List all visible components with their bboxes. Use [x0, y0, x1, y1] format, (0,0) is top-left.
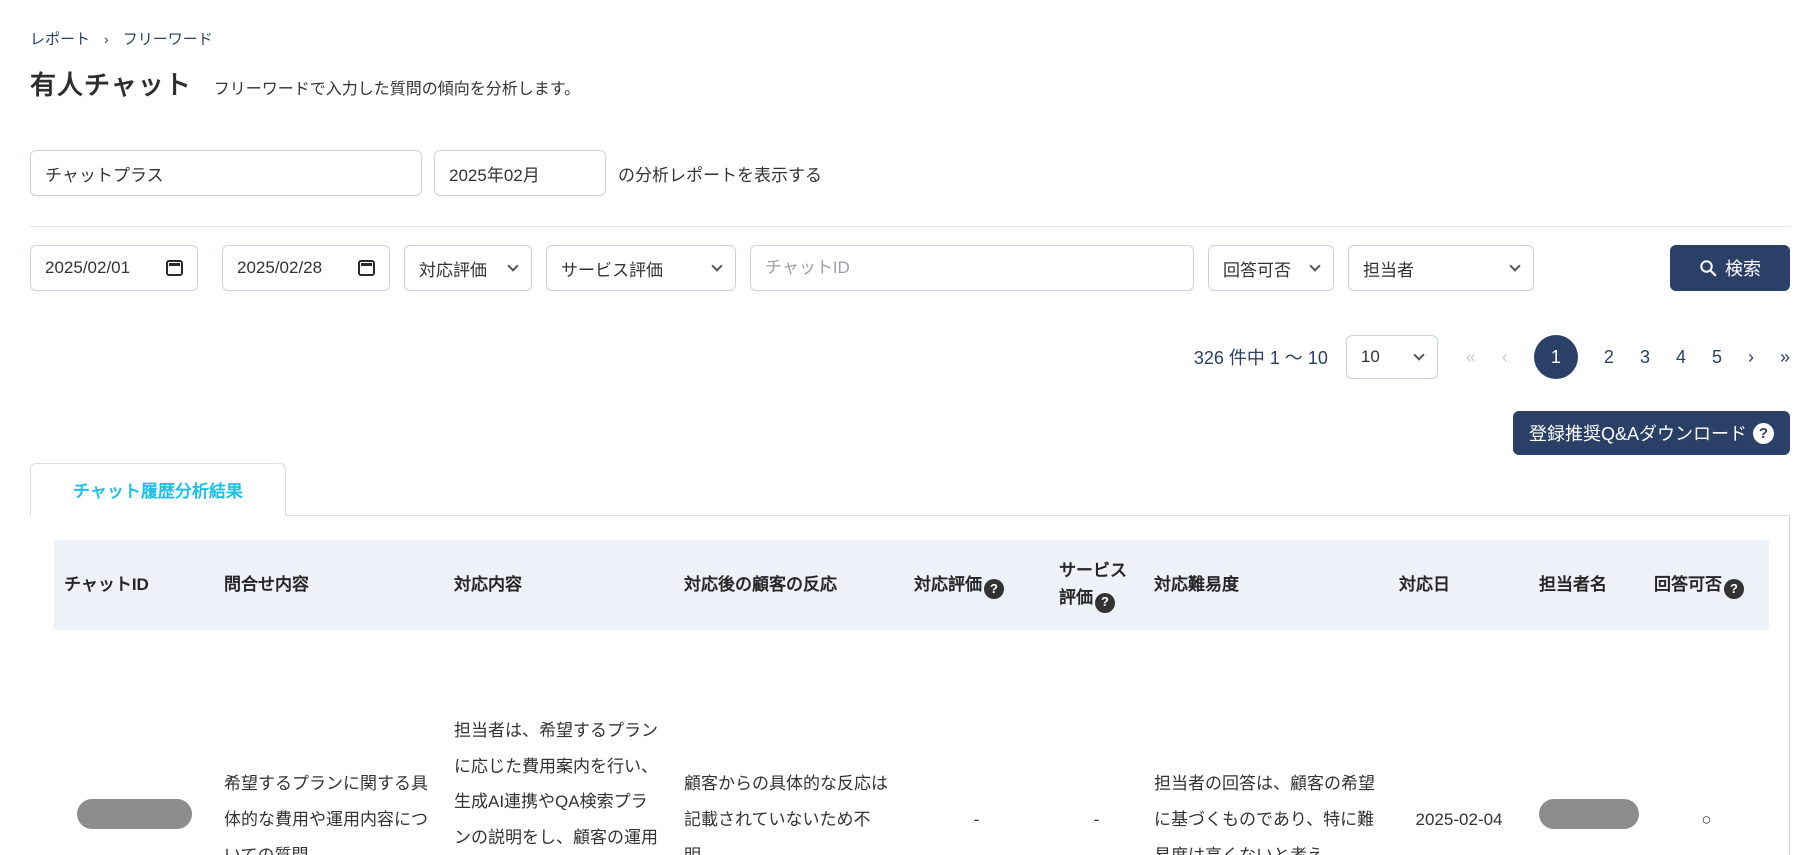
pager-first-button[interactable]: «: [1466, 347, 1476, 368]
chevron-down-icon: [507, 260, 518, 271]
cell-difficulty: 担当者の回答は、顧客の希望に基づくものであり、特に難易度は高くないと考え: [1144, 630, 1389, 855]
search-button[interactable]: 検索: [1670, 245, 1790, 291]
pager-page-4[interactable]: 4: [1676, 347, 1686, 368]
answerable-select[interactable]: 回答可否: [1208, 245, 1334, 291]
col-header-inquiry: 問合せ内容: [214, 540, 444, 630]
col-header-response: 対応内容: [444, 540, 674, 630]
cell-inquiry: 希望するプランに関する具体的な費用や運用内容についての質問: [214, 630, 444, 855]
pager-next-button[interactable]: ›: [1748, 347, 1754, 368]
report-selector-row: の分析レポートを表示する: [30, 150, 1790, 196]
report-page: レポート › フリーワード 有人チャット フリーワードで入力した質問の傾向を分析…: [0, 0, 1820, 855]
response-rating-select[interactable]: 対応評価: [404, 245, 532, 291]
col-header-date: 対応日: [1389, 540, 1529, 630]
chevron-down-icon: [1509, 260, 1520, 271]
pager-page-2[interactable]: 2: [1604, 347, 1614, 368]
redacted-agent-name: [1539, 799, 1639, 829]
table-header-row: チャットID 問合せ内容 対応内容 対応後の顧客の反応 対応評価? サービス評価…: [54, 540, 1769, 630]
chevron-down-icon: [1413, 349, 1424, 360]
month-input[interactable]: [434, 150, 606, 196]
breadcrumb-separator-icon: ›: [104, 31, 109, 47]
cell-date: 2025-02-04: [1389, 630, 1529, 855]
title-row: 有人チャット フリーワードで入力した質問の傾向を分析します。: [30, 65, 1790, 102]
pager-page-3[interactable]: 3: [1640, 347, 1650, 368]
download-button-label: 登録推奨Q&Aダウンロード: [1529, 420, 1747, 446]
product-input[interactable]: [30, 150, 422, 196]
page-size-select[interactable]: 10: [1346, 335, 1438, 379]
search-icon: [1699, 259, 1717, 277]
search-button-label: 検索: [1725, 255, 1761, 281]
col-header-response-rating: 対応評価?: [904, 540, 1049, 630]
pager-page-1-active[interactable]: 1: [1534, 335, 1578, 379]
date-to-value: 2025/02/28: [237, 258, 322, 278]
chat-id-input[interactable]: [750, 245, 1194, 291]
pager: « ‹ 1 2 3 4 5 › »: [1466, 335, 1790, 379]
date-from-value: 2025/02/01: [45, 258, 130, 278]
cell-answerable: ○: [1644, 630, 1769, 855]
analysis-table: チャットID 問合せ内容 対応内容 対応後の顧客の反応 対応評価? サービス評価…: [54, 540, 1769, 855]
date-to-input[interactable]: 2025/02/28: [222, 245, 390, 291]
col-header-chat-id: チャットID: [54, 540, 214, 630]
help-icon[interactable]: ?: [1753, 423, 1774, 444]
selector-suffix-text: の分析レポートを表示する: [618, 161, 822, 186]
calendar-icon[interactable]: [166, 260, 183, 276]
answerable-select-value: 回答可否: [1223, 256, 1291, 281]
tab-bar: チャット履歴分析結果: [30, 463, 1790, 516]
chevron-down-icon: [1309, 260, 1320, 271]
section-divider: [30, 226, 1790, 227]
pager-last-button[interactable]: »: [1780, 347, 1790, 368]
pager-page-5[interactable]: 5: [1712, 347, 1722, 368]
col-header-answerable: 回答可否?: [1644, 540, 1769, 630]
date-from-input[interactable]: 2025/02/01: [30, 245, 198, 291]
page-title: 有人チャット: [30, 65, 192, 102]
service-rating-select[interactable]: サービス評価: [546, 245, 736, 291]
cell-service-rating: -: [1049, 630, 1144, 855]
help-icon[interactable]: ?: [1095, 593, 1115, 613]
help-icon[interactable]: ?: [1724, 579, 1744, 599]
chevron-down-icon: [711, 260, 722, 271]
calendar-icon[interactable]: [358, 260, 375, 276]
download-row: 登録推奨Q&Aダウンロード ?: [30, 411, 1790, 455]
col-header-service-rating: サービス評価?: [1049, 540, 1144, 630]
cell-response-rating: -: [904, 630, 1049, 855]
agent-select-value: 担当者: [1363, 256, 1414, 281]
breadcrumb-freeword-link[interactable]: フリーワード: [123, 28, 213, 49]
analysis-table-container: チャットID 問合せ内容 対応内容 対応後の顧客の反応 対応評価? サービス評価…: [30, 516, 1790, 855]
pager-prev-button[interactable]: ‹: [1502, 347, 1508, 368]
cell-response: 担当者は、希望するプランに応じた費用案内を行い、生成AI連携やQA検索プランの説…: [444, 630, 674, 855]
redacted-chat-id: [77, 799, 192, 829]
breadcrumb: レポート › フリーワード: [30, 28, 1790, 49]
help-icon[interactable]: ?: [984, 579, 1004, 599]
cell-chat-id: [54, 630, 214, 855]
col-header-customer-reaction: 対応後の顧客の反応: [674, 540, 904, 630]
cell-customer-reaction: 顧客からの具体的な反応は記載されていないため不明。: [674, 630, 904, 855]
service-rating-select-value: サービス評価: [561, 256, 663, 281]
tab-chat-history-analysis[interactable]: チャット履歴分析結果: [30, 463, 286, 516]
page-subtitle: フリーワードで入力した質問の傾向を分析します。: [214, 75, 580, 99]
breadcrumb-reports-link[interactable]: レポート: [30, 28, 90, 49]
download-recommended-qa-button[interactable]: 登録推奨Q&Aダウンロード ?: [1513, 411, 1790, 455]
col-header-difficulty: 対応難易度: [1144, 540, 1389, 630]
agent-select[interactable]: 担当者: [1348, 245, 1534, 291]
page-size-select-value: 10: [1361, 347, 1380, 367]
response-rating-select-value: 対応評価: [419, 256, 487, 281]
table-row: 希望するプランに関する具体的な費用や運用内容についての質問 担当者は、希望するプ…: [54, 630, 1769, 855]
filter-row: 2025/02/01 2025/02/28 対応評価 サービス評価 回答可否 担…: [30, 245, 1790, 291]
results-summary: 326 件中 1 ～ 10: [1194, 344, 1328, 370]
cell-agent-name: [1529, 630, 1644, 855]
pagination-row: 326 件中 1 ～ 10 10 « ‹ 1 2 3 4 5 › »: [30, 335, 1790, 379]
col-header-agent-name: 担当者名: [1529, 540, 1644, 630]
